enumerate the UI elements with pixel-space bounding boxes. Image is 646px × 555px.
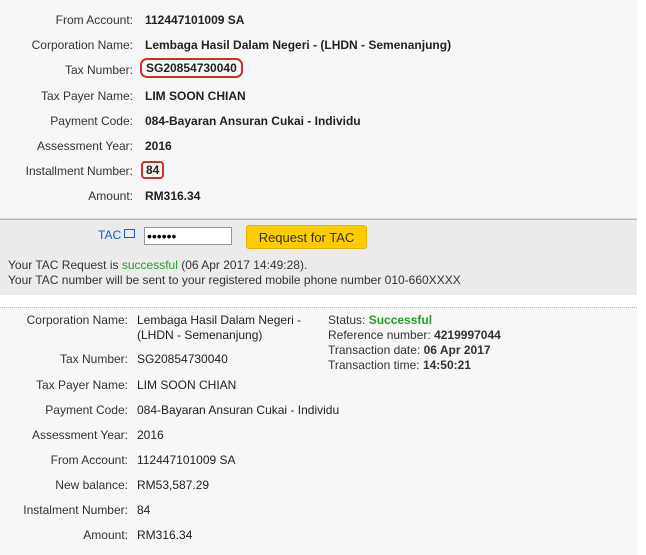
receipt-status: Status: Successful <box>328 313 432 327</box>
tac-input[interactable] <box>144 227 232 245</box>
status-label: Status: <box>328 313 366 327</box>
tax-payer-name-value: LIM SOON CHIAN <box>145 89 246 103</box>
tax-number-value: SG20854730040 <box>140 58 243 78</box>
receipt-tax-payer-name-label: Tax Payer Name: <box>35 378 128 392</box>
from-account-label: From Account: <box>55 13 133 27</box>
installment-number-highlight: 84 <box>141 161 165 179</box>
receipt-transaction-date: Transaction date: 06 Apr 2017 <box>328 343 491 357</box>
tax-number-highlight: SG20854730040 <box>140 58 243 78</box>
receipt-instalment-number-label: Instalment Number: <box>23 503 128 517</box>
receipt-from-account-value: 112447101009 SA <box>137 453 236 467</box>
transaction-time-label: Transaction time: <box>328 358 420 372</box>
receipt-transaction-time: Transaction time: 14:50:21 <box>328 358 471 372</box>
receipt-amount-label: Amount: <box>83 528 128 542</box>
receipt-tax-number-label: Tax Number: <box>59 352 128 366</box>
tac-label[interactable]: TAC <box>98 228 121 242</box>
receipt-amount-value: RM316.34 <box>137 528 193 542</box>
from-account-value: 112447101009 SA <box>145 13 245 27</box>
amount-label: Amount: <box>88 189 133 203</box>
payment-code-label: Payment Code: <box>50 114 133 128</box>
assessment-year-value: 2016 <box>145 139 172 153</box>
receipt-corporation-name-line2: (LHDN - Semenanjung) <box>137 328 263 342</box>
receipt-corporation-name-line1: Lembaga Hasil Dalam Negeri - <box>137 313 302 327</box>
external-window-icon[interactable] <box>124 229 136 238</box>
receipt-reference-number: Reference number: 4219997044 <box>328 328 501 342</box>
tac-panel: TAC Request for TAC Your TAC Request is … <box>0 219 637 295</box>
installment-number-label: Installment Number: <box>25 164 133 178</box>
transaction-date-label: Transaction date: <box>328 343 421 357</box>
installment-number-value: 84 <box>141 161 165 179</box>
reference-number-value: 4219997044 <box>434 328 501 342</box>
receipt-tax-number-value: SG20854730040 <box>137 352 228 366</box>
status-value: Successful <box>368 313 433 327</box>
receipt-corporation-name-label: Corporation Name: <box>26 313 128 327</box>
tac-msg-status: successful <box>121 258 178 272</box>
tac-request-message: Your TAC Request is successful (06 Apr 2… <box>8 258 307 272</box>
corporation-name-label: Corporation Name: <box>31 38 133 52</box>
receipt-new-balance-label: New balance: <box>55 478 128 492</box>
transaction-date-value: 06 Apr 2017 <box>423 343 491 357</box>
receipt-assessment-year-label: Assessment Year: <box>31 428 128 442</box>
amount-value: RM316.34 <box>145 189 201 203</box>
tac-msg-suffix: (06 Apr 2017 14:49:28). <box>177 258 308 272</box>
tac-link[interactable]: TAC <box>98 228 136 242</box>
payment-code-value: 084-Bayaran Ansuran Cukai - Individu <box>145 114 361 128</box>
receipt-from-account-label: From Account: <box>50 453 128 467</box>
transaction-time-value: 14:50:21 <box>422 358 471 372</box>
reference-number-label: Reference number: <box>328 328 431 342</box>
receipt-assessment-year-value: 2016 <box>137 428 164 442</box>
tac-sent-message: Your TAC number will be sent to your reg… <box>8 273 461 287</box>
receipt-payment-code-label: Payment Code: <box>45 403 128 417</box>
payment-receipt-panel: Corporation Name: Lembaga Hasil Dalam Ne… <box>0 307 637 555</box>
request-tac-button[interactable]: Request for TAC <box>246 225 367 249</box>
tax-payer-name-label: Tax Payer Name: <box>40 89 133 103</box>
payment-details-panel: From Account: 112447101009 SA Corporatio… <box>0 0 637 219</box>
receipt-instalment-number-value: 84 <box>137 503 151 517</box>
receipt-new-balance-value: RM53,587.29 <box>137 478 210 492</box>
tax-number-label: Tax Number: <box>64 63 133 77</box>
corporation-name-value: Lembaga Hasil Dalam Negeri - (LHDN - Sem… <box>145 38 452 52</box>
assessment-year-label: Assessment Year: <box>36 139 133 153</box>
receipt-payment-code-value: 084-Bayaran Ansuran Cukai - Individu <box>137 403 340 417</box>
tac-msg-prefix: Your TAC Request is <box>8 258 122 272</box>
receipt-tax-payer-name-value: LIM SOON CHIAN <box>137 378 237 392</box>
